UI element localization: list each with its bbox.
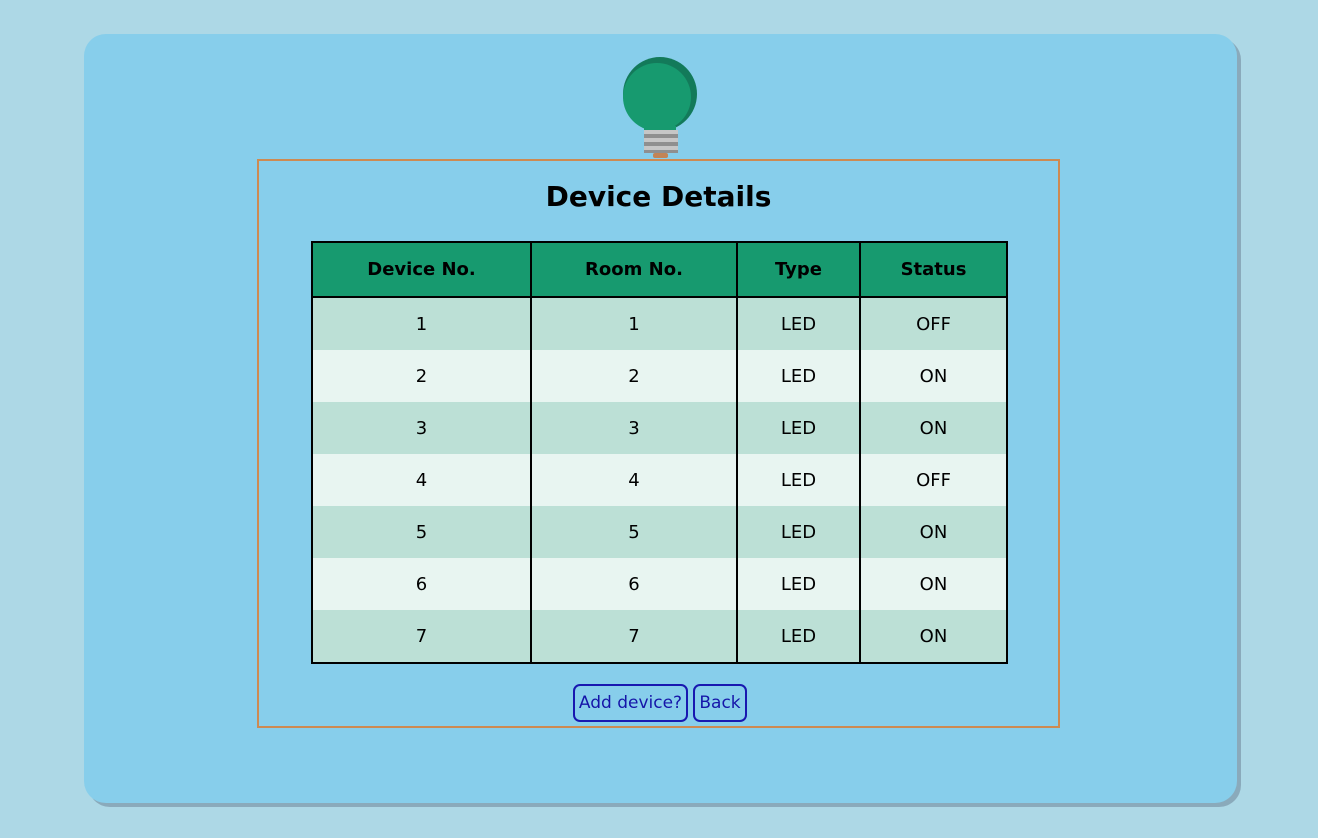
cell-type: LED	[736, 402, 861, 454]
cell-status: OFF	[859, 454, 1008, 506]
table-row: 3 3 LED ON	[311, 402, 1008, 454]
table-row: 7 7 LED ON	[311, 610, 1008, 664]
cell-type: LED	[736, 454, 861, 506]
device-panel: Device Details Device No. Room No. Type …	[257, 159, 1060, 728]
page-title: Device Details	[545, 180, 772, 213]
cell-room-no: 6	[530, 558, 738, 610]
table-row: 2 2 LED ON	[311, 350, 1008, 402]
cell-status: ON	[859, 506, 1008, 558]
device-table: Device No. Room No. Type Status 1 1 LED …	[311, 241, 1008, 664]
cell-status: ON	[859, 350, 1008, 402]
table-row: 4 4 LED OFF	[311, 454, 1008, 506]
cell-type: LED	[736, 297, 861, 350]
table-row: 1 1 LED OFF	[311, 297, 1008, 350]
column-header-room-no: Room No.	[530, 241, 738, 298]
cell-room-no: 2	[530, 350, 738, 402]
cell-device-no: 2	[311, 350, 532, 402]
cell-device-no: 7	[311, 610, 532, 664]
cell-type: LED	[736, 610, 861, 664]
column-header-device-no: Device No.	[311, 241, 532, 298]
cell-device-no: 6	[311, 558, 532, 610]
column-header-status: Status	[859, 241, 1008, 298]
cell-room-no: 7	[530, 610, 738, 664]
table-row: 6 6 LED ON	[311, 558, 1008, 610]
cell-room-no: 4	[530, 454, 738, 506]
cell-status: ON	[859, 558, 1008, 610]
add-device-button[interactable]: Add device?	[573, 684, 688, 722]
cell-room-no: 1	[530, 297, 738, 350]
back-button[interactable]: Back	[693, 684, 747, 722]
cell-room-no: 3	[530, 402, 738, 454]
lightbulb-icon	[623, 57, 697, 158]
cell-room-no: 5	[530, 506, 738, 558]
cell-status: ON	[859, 610, 1008, 664]
cell-device-no: 1	[311, 297, 532, 350]
cell-type: LED	[736, 350, 861, 402]
cell-device-no: 5	[311, 506, 532, 558]
table-row: 5 5 LED ON	[311, 506, 1008, 558]
column-header-type: Type	[736, 241, 861, 298]
table-header-row: Device No. Room No. Type Status	[311, 241, 1008, 298]
cell-type: LED	[736, 558, 861, 610]
cell-device-no: 4	[311, 454, 532, 506]
cell-status: OFF	[859, 297, 1008, 350]
cell-status: ON	[859, 402, 1008, 454]
cell-type: LED	[736, 506, 861, 558]
cell-device-no: 3	[311, 402, 532, 454]
